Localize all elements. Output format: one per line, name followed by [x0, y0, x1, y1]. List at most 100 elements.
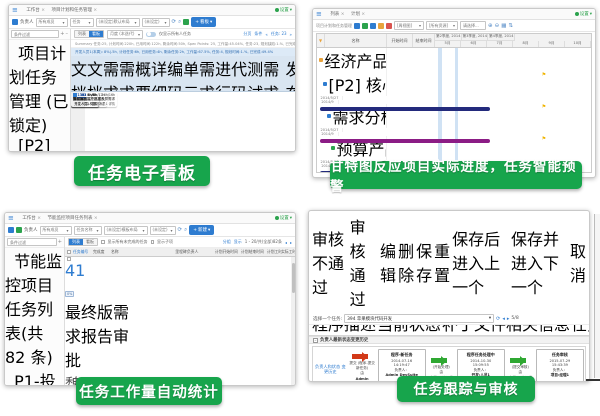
layout2-select[interactable]: (未设定) ▾	[141, 17, 170, 27]
task-filter-select[interactable]: 任务 ▾	[69, 17, 94, 27]
kanban-column-header[interactable]: 单元测试	[183, 56, 199, 91]
refresh-icon[interactable]: ⟳	[496, 316, 500, 322]
menu-icon[interactable]: ≡	[316, 10, 322, 18]
baseline-icon[interactable]	[362, 22, 368, 29]
new-task-button[interactable]: + 新建 ▾	[189, 225, 215, 235]
kanban-column-header[interactable]: 需求调研	[103, 56, 119, 91]
window-tab[interactable]: 计划 ×	[346, 11, 365, 17]
task-name-filter[interactable]: 任务名称 ▾	[73, 225, 102, 235]
col-name[interactable]: 名称	[111, 249, 175, 255]
window-tab[interactable]: 工作台 ×	[21, 7, 45, 13]
col-owner[interactable]: 负责人	[187, 249, 215, 255]
delete-icon[interactable]	[386, 22, 392, 29]
tree-search-input[interactable]	[7, 238, 57, 246]
view-icon[interactable]	[8, 227, 14, 233]
select-all-checkbox[interactable]	[67, 250, 71, 254]
pager-next-icon[interactable]: »	[290, 32, 292, 37]
window-tab[interactable]: 列表 ×	[325, 11, 344, 17]
col-num[interactable]: 任务编号	[73, 249, 93, 255]
paging-button[interactable]: 分页	[243, 31, 251, 37]
condition-button[interactable]: 条件	[254, 31, 262, 37]
close-icon[interactable]: ×	[37, 216, 41, 221]
tree-search-input[interactable]	[11, 30, 60, 38]
action-button[interactable]: 重置	[434, 238, 450, 286]
card-assignee[interactable]: 开发人员1 详情	[71, 101, 99, 107]
expand-button[interactable]: +	[60, 31, 64, 37]
kanban-column-header[interactable]: 进行中	[215, 56, 231, 91]
task-select[interactable]: 394 苹果模块代码开发 ▾	[344, 314, 495, 323]
owner-select[interactable]: 所有成员 ▾	[39, 225, 72, 235]
action-button[interactable]: 保存后进入上一个	[452, 226, 509, 298]
expand-button[interactable]: +	[58, 239, 62, 245]
zoom-in-icon[interactable]: ⊕	[488, 23, 493, 29]
kanban-column-header[interactable]: 需求确认	[199, 56, 215, 91]
review-tab[interactable]: 当前状态	[377, 325, 441, 335]
gantt-search-input[interactable]	[460, 21, 486, 30]
kanban-column-header[interactable]: 概要设计	[135, 56, 151, 91]
view-segmented-control[interactable]: 列表 看板	[74, 30, 104, 38]
new-board-button[interactable]: + 看板 ▾	[191, 17, 217, 27]
cell-num[interactable]: 413	[65, 261, 85, 280]
gantt-bar[interactable]	[319, 107, 490, 111]
prev-task-icon[interactable]: ◂	[502, 316, 505, 322]
col-plan-hours[interactable]: 计划工时	[267, 249, 281, 255]
review-tab[interactable]: 任务附件	[571, 325, 589, 335]
checkbox-unfinished[interactable]	[101, 240, 105, 244]
kanban-column-header[interactable]: 文档评审	[87, 56, 103, 91]
column-header-name[interactable]: 名称	[325, 34, 387, 47]
kanban-column-header[interactable]: 发布	[285, 56, 295, 91]
export-icon[interactable]	[378, 22, 384, 29]
task-name-cell[interactable]: 经济产品线	[317, 48, 387, 72]
kanban-column-header[interactable]: 测试部署	[247, 56, 263, 91]
scrollbar[interactable]	[291, 257, 295, 385]
resource-select[interactable]: [所有资源] ▾	[426, 21, 458, 30]
stats-icon[interactable]	[16, 227, 22, 233]
menu-icon[interactable]: ≡	[12, 6, 18, 14]
settings-button[interactable]: 设置 ▾	[274, 7, 292, 13]
col-start[interactable]: 计划开始时间	[215, 249, 241, 255]
view-icon[interactable]	[12, 19, 18, 25]
action-button[interactable]: 取消	[570, 238, 586, 286]
col-actual-hours[interactable]: 实际工时	[281, 249, 295, 255]
row-checkbox[interactable]	[67, 257, 71, 261]
iteration-select[interactable]: 月度 (本迭代) ▾	[107, 29, 143, 39]
col-end[interactable]: 计划结束时间	[241, 249, 267, 255]
table-row[interactable]: 413 0% 最终版需求报告审批 魏俊 总经理 2014-12-08 2014-…	[65, 257, 295, 385]
layout-select[interactable]: (未设定)模板布局 ▾	[103, 225, 148, 235]
action-button[interactable]: 审核不通过	[312, 226, 348, 298]
kanban-column-header[interactable]: 代码评审	[231, 56, 247, 91]
gantt-row[interactable]: [P2] 核心系统UI产品项目 2014/5/27 2014/9 ⚑	[317, 72, 591, 111]
action-button[interactable]: 保存	[416, 238, 432, 286]
close-icon[interactable]: ×	[41, 8, 45, 13]
show-button[interactable]: 显示	[234, 239, 242, 245]
close-icon[interactable]: ×	[93, 8, 97, 13]
history-section-header[interactable]: – 负责人最新状态变更历史	[309, 336, 589, 344]
history-link[interactable]: 负责人和状态 变更历史	[313, 347, 348, 381]
kanban-card[interactable]: 1347 4h/4h 测试报告 开发人员1 详情	[71, 92, 99, 107]
swap-icon[interactable]: ⇅	[508, 23, 513, 29]
window-tab[interactable]: 节能监控项目任务列表 ×	[42, 215, 97, 221]
close-icon[interactable]: ×	[361, 12, 365, 17]
tree-item[interactable]: P1-投资监控硬件适配项目任务	[5, 368, 64, 385]
review-tab[interactable]: 补丁文件相关信息	[442, 325, 570, 335]
owner-select[interactable]: 所有成员 ▾	[35, 17, 68, 27]
action-button[interactable]: 编辑	[380, 238, 396, 286]
export-icon[interactable]	[183, 19, 190, 25]
pager-next-icon[interactable]: ▸	[290, 240, 292, 245]
menu-icon[interactable]: ≡	[8, 214, 14, 222]
checkbox-subtasks[interactable]	[150, 240, 154, 244]
filter-icon[interactable]: ▼	[319, 38, 322, 43]
col-mile[interactable]: 里程碑	[175, 249, 187, 255]
kanban-column-header[interactable]: 需求评审	[119, 56, 135, 91]
column-header-start[interactable]: 开始时间	[387, 34, 413, 47]
action-button[interactable]: 保存并进入下一个	[511, 226, 568, 298]
kanban-column-header[interactable]: 文档确认	[71, 56, 87, 91]
view-segmented-control[interactable]: 列表 看板	[68, 238, 98, 246]
show-all-toggle[interactable]	[146, 31, 156, 37]
pager-prev-icon[interactable]: ◂	[285, 240, 287, 245]
gantt-row[interactable]: 经济产品线 ⚑	[317, 48, 591, 78]
save-icon[interactable]	[354, 22, 360, 29]
pager-prev-icon[interactable]: «	[265, 32, 267, 37]
action-button[interactable]: 审核通过	[350, 214, 378, 310]
settings-button[interactable]: 设置 ▾	[574, 11, 592, 17]
